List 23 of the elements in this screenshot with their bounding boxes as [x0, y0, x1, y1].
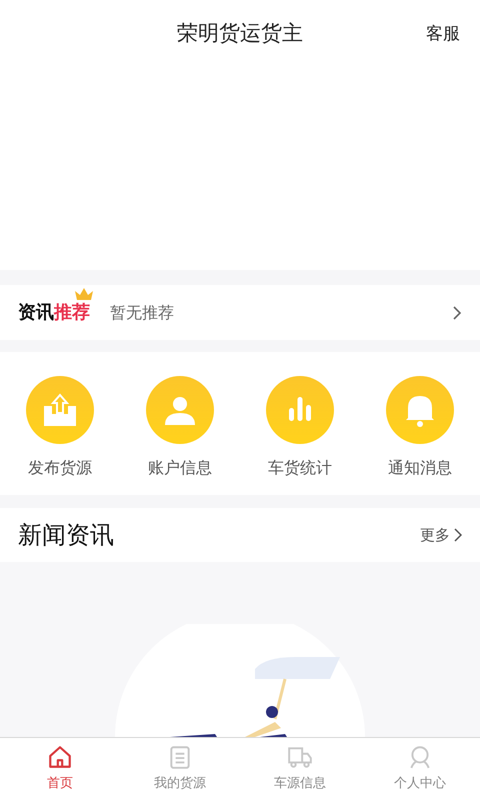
- home-icon: [47, 744, 73, 770]
- tab[interactable]: 首页: [0, 738, 120, 800]
- tab[interactable]: 个人中心: [360, 738, 480, 800]
- section-label: 资讯: [18, 301, 54, 325]
- tab[interactable]: 我的货源: [120, 738, 240, 800]
- shortcut-button[interactable]: 车货统计: [240, 376, 360, 480]
- upload-box-icon: [26, 376, 94, 444]
- user-icon: [146, 376, 214, 444]
- bell-icon: [386, 376, 454, 444]
- tab[interactable]: 车源信息: [240, 738, 360, 800]
- bar-chart-icon: [266, 376, 334, 444]
- chevron-right-icon[interactable]: [452, 304, 462, 320]
- customer-service-button[interactable]: 客服: [426, 22, 460, 48]
- shortcut-button[interactable]: 通知消息: [360, 376, 480, 480]
- more-link[interactable]: 更多: [420, 524, 462, 546]
- shortcut-button[interactable]: 发布货源: [0, 376, 120, 480]
- section-label-highlight: 推荐: [54, 301, 90, 325]
- shortcut-button[interactable]: 账户信息: [120, 376, 240, 480]
- page-title: 荣明货运货主: [177, 20, 303, 48]
- recommend-text: 暂无推荐: [110, 302, 174, 324]
- crown-icon: [74, 287, 94, 301]
- section-title: 新闻资讯: [18, 520, 114, 551]
- chevron-right-icon: [454, 528, 462, 542]
